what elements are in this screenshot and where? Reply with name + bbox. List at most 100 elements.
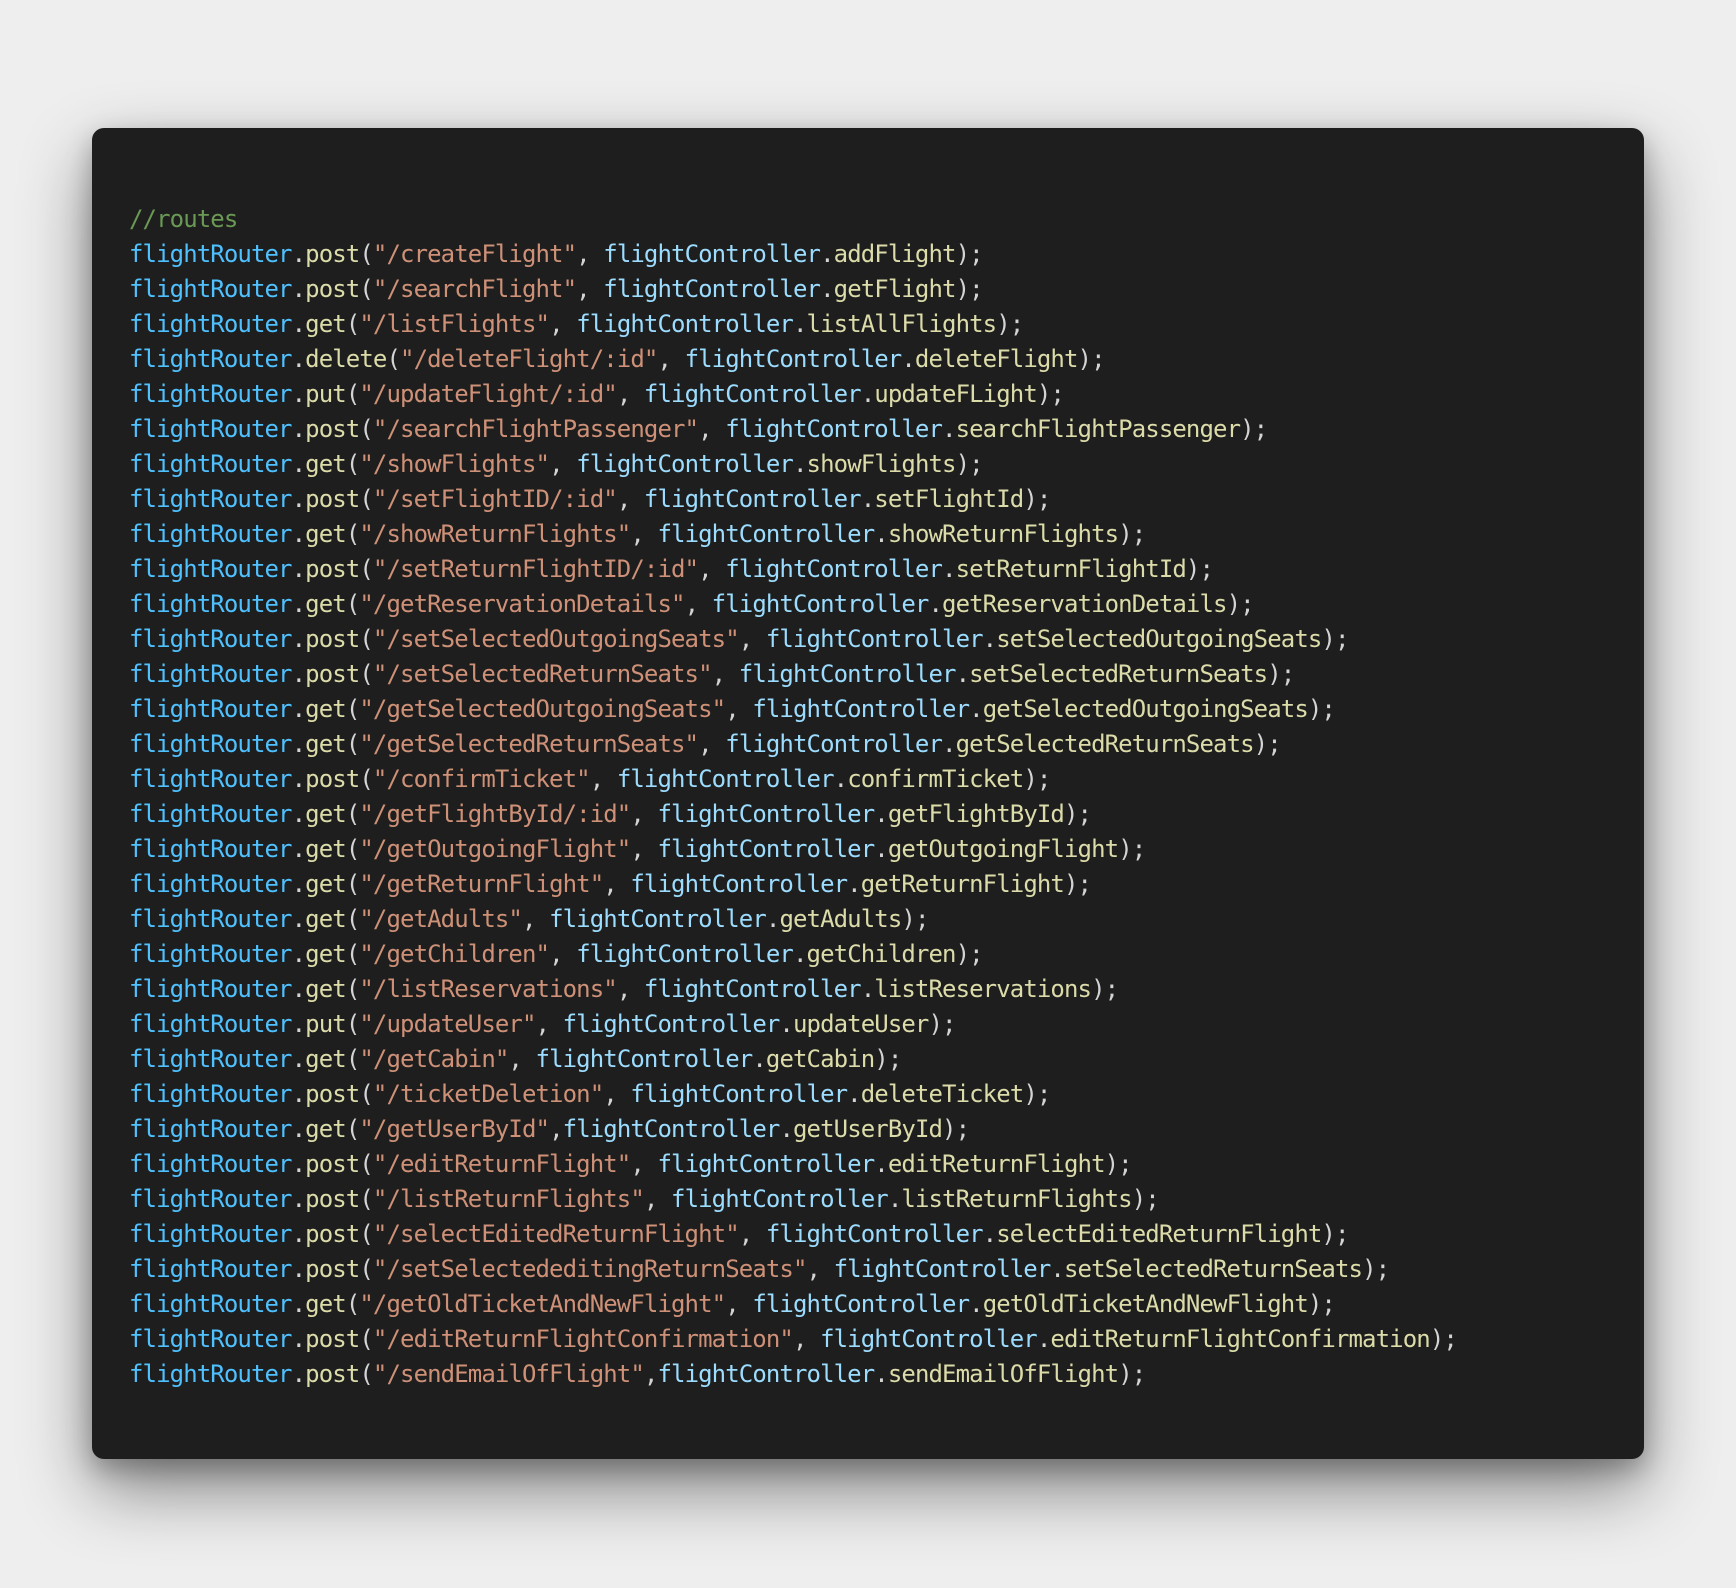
punctuation: , <box>549 940 577 968</box>
punctuation: . <box>291 415 306 443</box>
punctuation: ); <box>1429 1325 1458 1353</box>
router-identifier: flightRouter <box>129 695 292 723</box>
handler-name: showFlights <box>806 450 957 478</box>
route-path: "/setFlightID/:id" <box>372 485 618 513</box>
punctuation: . <box>291 555 306 583</box>
code-line: flightRouter.post("/ticketDeletion", fli… <box>129 1077 1644 1112</box>
punctuation: ); <box>874 1045 902 1073</box>
punctuation: . <box>752 1045 766 1073</box>
handler-name: getOutgoingFlight <box>887 835 1119 863</box>
punctuation: . <box>1050 1255 1064 1283</box>
controller-identifier: flightController <box>643 975 862 1003</box>
route-path: "/editReturnFlightConfirmation" <box>372 1325 794 1353</box>
code-line: flightRouter.put("/updateFlight/:id", fl… <box>129 377 1644 412</box>
code-line: flightRouter.post("/searchFlight", fligh… <box>129 272 1644 307</box>
punctuation: ); <box>1321 625 1349 653</box>
controller-identifier: flightController <box>562 1010 781 1038</box>
route-path: "/setReturnFlightID/:id" <box>372 555 699 583</box>
punctuation: . <box>291 450 306 478</box>
controller-identifier: flightController <box>603 275 821 303</box>
punctuation: . <box>1036 1325 1051 1353</box>
punctuation: , <box>535 1010 563 1038</box>
code-line: flightRouter.put("/updateUser", flightCo… <box>129 1007 1644 1042</box>
http-method: delete <box>305 345 387 373</box>
controller-identifier: flightController <box>616 765 835 793</box>
punctuation: ( <box>359 765 373 793</box>
punctuation: ( <box>345 835 360 863</box>
handler-name: getReturnFlight <box>860 870 1065 898</box>
router-identifier: flightRouter <box>129 590 292 618</box>
http-method: get <box>305 450 347 478</box>
punctuation: . <box>874 800 888 828</box>
punctuation: ( <box>345 380 360 408</box>
punctuation: , <box>698 415 726 443</box>
controller-identifier: flightController <box>576 450 794 478</box>
punctuation: , <box>603 870 631 898</box>
code-line: flightRouter.post("/editReturnFlight", f… <box>129 1147 1644 1182</box>
punctuation: . <box>942 555 956 583</box>
punctuation: . <box>887 1185 902 1213</box>
route-path: "/showReturnFlights" <box>359 520 631 548</box>
handler-name: getUserById <box>793 1115 943 1143</box>
punctuation: . <box>860 485 875 513</box>
http-method: put <box>305 380 347 408</box>
punctuation: . <box>291 800 306 828</box>
http-method: get <box>305 905 347 933</box>
router-identifier: flightRouter <box>129 1360 292 1388</box>
code-line: flightRouter.post("/setFlightID/:id", fl… <box>129 482 1644 517</box>
route-path: "/setSelectedOutgoingSeats" <box>372 625 740 653</box>
punctuation: ( <box>345 695 360 723</box>
punctuation: . <box>291 275 306 303</box>
controller-identifier: flightController <box>765 1220 984 1248</box>
punctuation: , <box>576 240 604 268</box>
punctuation: ); <box>1036 380 1065 408</box>
punctuation: . <box>291 1325 306 1353</box>
punctuation: . <box>955 660 970 688</box>
router-identifier: flightRouter <box>129 240 292 268</box>
http-method: post <box>305 415 360 443</box>
punctuation: ); <box>1063 870 1092 898</box>
router-identifier: flightRouter <box>129 1325 292 1353</box>
route-path: "/getFlightById/:id" <box>359 800 631 828</box>
punctuation: . <box>820 240 834 268</box>
punctuation: ); <box>955 275 984 303</box>
punctuation: ); <box>1253 730 1282 758</box>
punctuation: . <box>874 835 888 863</box>
http-method: get <box>305 520 347 548</box>
punctuation: . <box>291 1360 306 1388</box>
router-identifier: flightRouter <box>129 730 292 758</box>
punctuation: ); <box>1118 835 1146 863</box>
punctuation: ); <box>955 240 984 268</box>
controller-identifier: flightController <box>657 520 875 548</box>
http-method: post <box>305 660 360 688</box>
controller-identifier: flightController <box>630 1080 848 1108</box>
punctuation: , <box>616 380 644 408</box>
route-path: "/getSelectedOutgoingSeats" <box>359 695 726 723</box>
punctuation: . <box>291 625 306 653</box>
punctuation: , <box>657 345 685 373</box>
controller-identifier: flightController <box>576 940 794 968</box>
http-method: post <box>305 1185 360 1213</box>
punctuation: ); <box>955 940 984 968</box>
router-identifier: flightRouter <box>129 1185 292 1213</box>
punctuation: , <box>508 1045 536 1073</box>
handler-name: selectEditedReturnFlight <box>996 1220 1322 1248</box>
router-identifier: flightRouter <box>129 1220 292 1248</box>
punctuation: . <box>291 940 306 968</box>
handler-name: setReturnFlightId <box>955 555 1187 583</box>
punctuation: . <box>291 240 306 268</box>
punctuation: ); <box>1240 415 1268 443</box>
punctuation: . <box>942 730 956 758</box>
handler-name: setSelectedOutgoingSeats <box>996 625 1322 653</box>
handler-name: addFlight <box>833 240 957 268</box>
punctuation: ( <box>359 625 373 653</box>
router-identifier: flightRouter <box>129 905 292 933</box>
punctuation: , <box>643 1185 672 1213</box>
router-identifier: flightRouter <box>129 450 292 478</box>
punctuation: . <box>291 485 306 513</box>
punctuation: . <box>291 310 306 338</box>
punctuation: . <box>792 450 807 478</box>
http-method: post <box>305 240 360 268</box>
punctuation: . <box>291 520 306 548</box>
punctuation: ( <box>345 800 360 828</box>
